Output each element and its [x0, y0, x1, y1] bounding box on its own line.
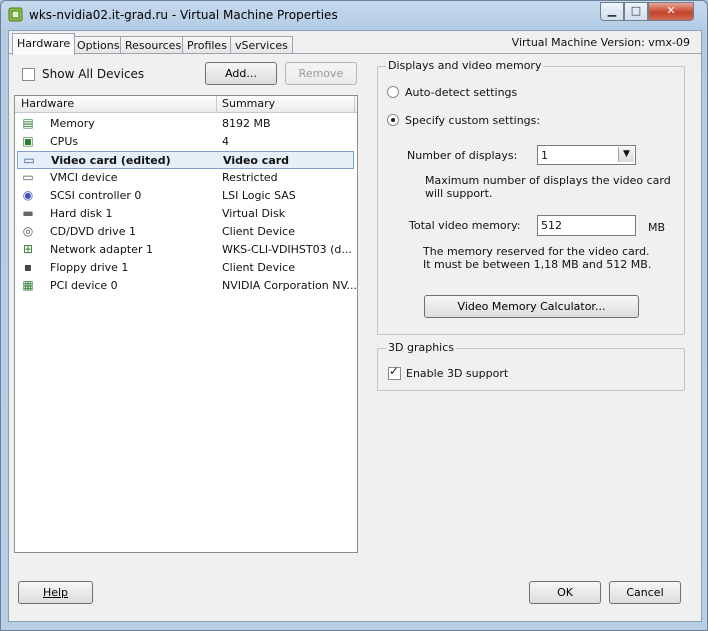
hardware-row[interactable]: ◎ CD/DVD drive 1 Client Device: [17, 223, 354, 241]
auto-detect-label: Auto-detect settings: [405, 86, 518, 99]
hardware-name: Network adapter 1: [50, 243, 153, 256]
cd-dvd-icon: ◎: [22, 224, 34, 238]
hardware-name: PCI device 0: [50, 279, 118, 292]
vm-properties-window: wks-nvidia02.it-grad.ru - Virtual Machin…: [0, 0, 708, 631]
hardware-row[interactable]: ▭ VMCI device Restricted: [17, 169, 354, 187]
dialog-footer: Help OK Cancel: [8, 563, 702, 622]
hardware-list[interactable]: Hardware Summary ▤ Memory 8192 MB ▣ CPUs 4 ▭ Vi…: [14, 95, 358, 553]
close-button[interactable]: ✕: [648, 2, 694, 21]
hardware-summary: Virtual Disk: [222, 207, 286, 220]
tab-hardware[interactable]: Hardware: [12, 33, 76, 55]
vm-icon: [8, 7, 23, 22]
vm-version-label: Virtual Machine Version: vmx-09: [511, 36, 690, 49]
displays-video-memory-group: Displays and video memory Auto-detect se…: [377, 59, 685, 335]
column-separator[interactable]: [216, 96, 217, 112]
hardware-name: Floppy drive 1: [50, 261, 129, 274]
3d-graphics-title: 3D graphics: [386, 341, 456, 354]
hardware-row[interactable]: ▣ CPUs 4: [17, 133, 354, 151]
help-button[interactable]: Help: [18, 581, 93, 604]
displays-group-title: Displays and video memory: [386, 59, 544, 72]
tab-resources[interactable]: Resources: [120, 36, 187, 54]
video-memory-calculator-button[interactable]: Video Memory Calculator...: [424, 295, 639, 318]
hardware-summary: NVIDIA Corporation NV...: [222, 279, 358, 292]
ok-button[interactable]: OK: [529, 581, 601, 604]
hardware-row[interactable]: ▦ PCI device 0 NVIDIA Corporation NV...: [17, 277, 358, 295]
hard-disk-icon: ▬: [22, 206, 34, 220]
hardware-name: VMCI device: [50, 171, 118, 184]
number-of-displays-label: Number of displays:: [407, 149, 518, 162]
custom-settings-label: Specify custom settings:: [405, 114, 541, 127]
hardware-summary: WKS-CLI-VDIHST03 (d...: [222, 243, 352, 256]
hardware-summary: Restricted: [222, 171, 278, 184]
memory-note-line2: It must be between 1,18 MB and 512 MB.: [423, 258, 652, 271]
tab-profiles[interactable]: Profiles: [182, 36, 232, 54]
column-header-summary[interactable]: Summary: [222, 97, 275, 111]
total-video-memory-label: Total video memory:: [409, 219, 521, 232]
number-of-displays-select[interactable]: 1 ▼: [537, 145, 636, 165]
hardware-summary: 8192 MB: [222, 117, 271, 130]
floppy-icon: ▪: [23, 260, 33, 274]
number-of-displays-value: 1: [541, 149, 548, 162]
hardware-name: Video card (edited): [51, 154, 171, 167]
column-header-hardware[interactable]: Hardware: [21, 97, 74, 111]
hardware-row[interactable]: ◉ SCSI controller 0 LSI Logic SAS: [17, 187, 354, 205]
show-all-devices-label: Show All Devices: [42, 67, 145, 81]
hardware-summary: Client Device: [222, 225, 295, 238]
enable-3d-label: Enable 3D support: [406, 367, 509, 380]
hardware-summary: LSI Logic SAS: [222, 189, 296, 202]
tab-vservices[interactable]: vServices: [230, 36, 293, 54]
enable-3d-checkbox[interactable]: [388, 364, 401, 380]
custom-settings-radio[interactable]: [387, 114, 399, 126]
show-all-devices-checkbox[interactable]: [22, 68, 35, 81]
hardware-summary: Client Device: [222, 261, 295, 274]
memory-icon: ▤: [22, 116, 34, 130]
hardware-summary: Video card: [223, 154, 290, 167]
num-displays-note-line1: Maximum number of displays the video car…: [425, 174, 671, 187]
memory-unit-label: MB: [648, 221, 666, 234]
num-displays-note-line2: will support.: [425, 187, 493, 200]
remove-button[interactable]: Remove: [285, 62, 357, 85]
auto-detect-radio[interactable]: [387, 86, 399, 98]
total-video-memory-value: 512: [541, 219, 562, 232]
pci-icon: ▦: [22, 278, 34, 292]
hardware-name: SCSI controller 0: [50, 189, 142, 202]
window-title: wks-nvidia02.it-grad.ru - Virtual Machin…: [29, 8, 338, 22]
hardware-row[interactable]: ▭ Video card (edited) Video card: [17, 151, 354, 169]
hardware-row[interactable]: ▤ Memory 8192 MB: [17, 115, 354, 133]
minimize-button[interactable]: ▁: [600, 2, 624, 21]
vmci-icon: ▭: [22, 170, 34, 184]
tab-options[interactable]: Options: [72, 36, 125, 54]
hardware-name: Hard disk 1: [50, 207, 113, 220]
hardware-row[interactable]: ▬ Hard disk 1 Virtual Disk: [17, 205, 354, 223]
hardware-name: CD/DVD drive 1: [50, 225, 136, 238]
hardware-list-header: Hardware Summary: [15, 96, 357, 113]
column-separator[interactable]: [354, 96, 355, 112]
cancel-button[interactable]: Cancel: [609, 581, 681, 604]
cpu-icon: ▣: [22, 134, 34, 148]
scsi-icon: ◉: [22, 188, 34, 202]
hardware-row[interactable]: ⊞ Network adapter 1 WKS-CLI-VDIHST03 (d...: [17, 241, 354, 259]
3d-graphics-group: 3D graphics Enable 3D support: [377, 341, 685, 391]
chevron-down-icon[interactable]: ▼: [618, 147, 634, 162]
dialog-body: Hardware Options Resources Profiles vSer…: [8, 30, 702, 564]
hardware-name: CPUs: [50, 135, 79, 148]
maximize-button[interactable]: □: [624, 2, 648, 21]
hardware-row[interactable]: ▪ Floppy drive 1 Client Device: [17, 259, 354, 277]
title-bar[interactable]: wks-nvidia02.it-grad.ru - Virtual Machin…: [1, 1, 707, 29]
monitor-icon: ▭: [23, 153, 35, 167]
hardware-name: Memory: [50, 117, 95, 130]
tab-divider: [9, 53, 701, 54]
total-video-memory-input[interactable]: 512: [537, 215, 636, 236]
network-adapter-icon: ⊞: [22, 242, 34, 256]
hardware-summary: 4: [222, 135, 229, 148]
add-button[interactable]: Add...: [205, 62, 277, 85]
memory-note-line1: The memory reserved for the video card.: [423, 245, 650, 258]
